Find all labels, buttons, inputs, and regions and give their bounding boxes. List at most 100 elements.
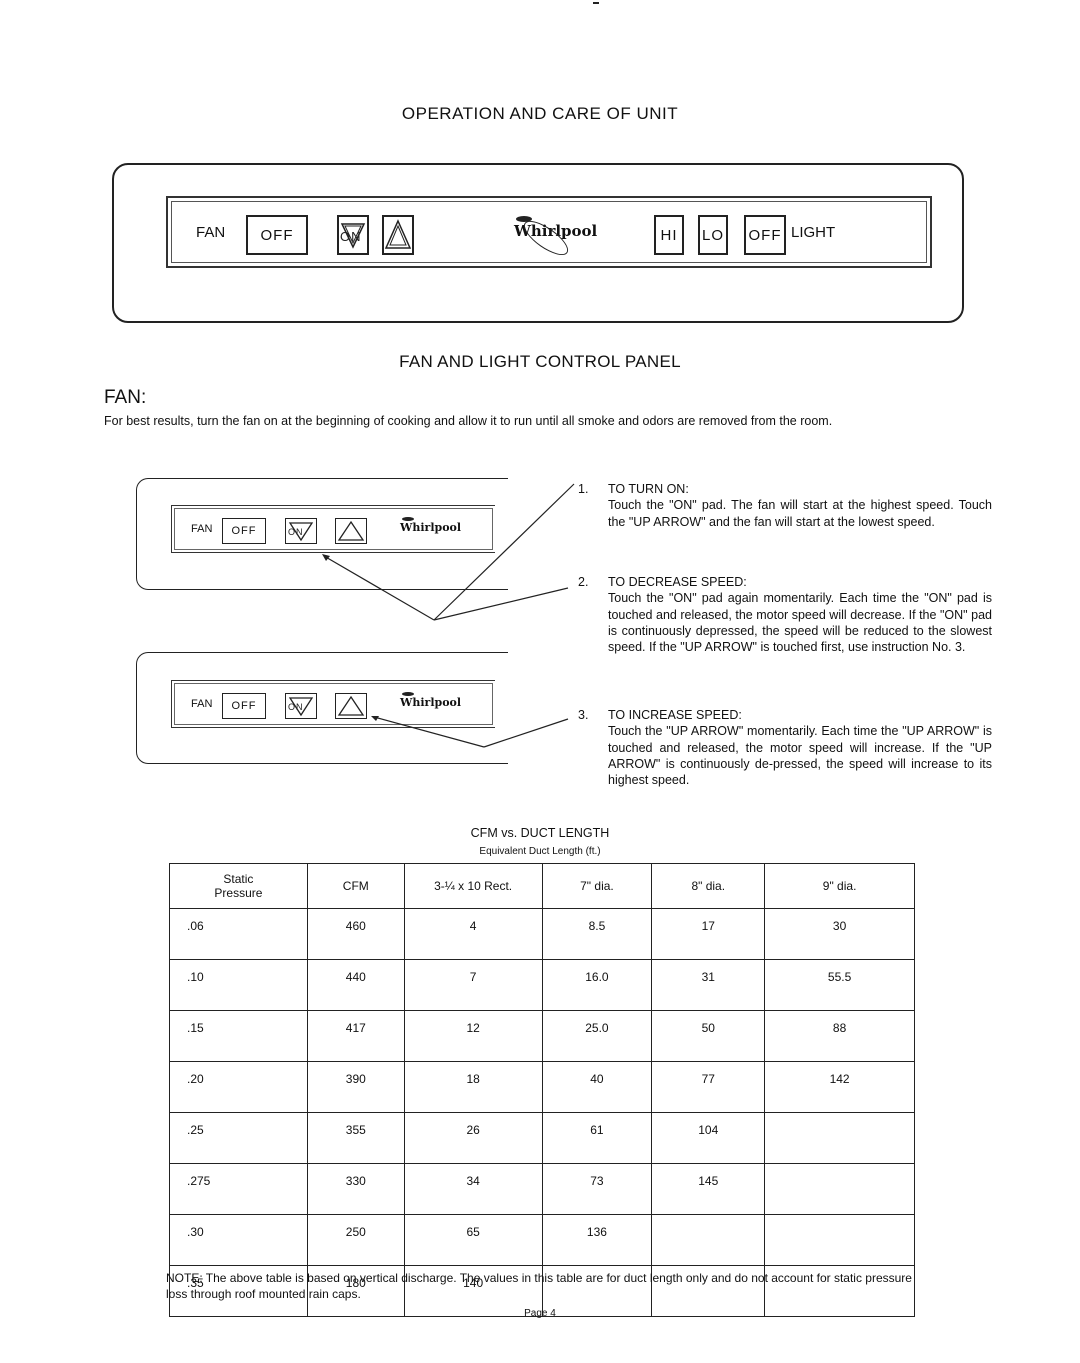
- table-row: .15 417 12 25.0 50 88: [169, 1010, 915, 1062]
- table-subtitle: Equivalent Duct Length (ft.): [479, 846, 601, 857]
- light-hi-label: HI: [660, 226, 678, 244]
- table-cell: 34: [403, 1163, 543, 1215]
- section-heading-fan: FAN:: [104, 387, 147, 408]
- table-row: .30 250 65 136: [169, 1214, 915, 1266]
- table-row: .10 440 7 16.0 31 55.5: [169, 959, 915, 1011]
- mini-up-arrow-pad[interactable]: [335, 693, 367, 719]
- fan-off-label: OFF: [260, 226, 294, 244]
- table-cell: 12: [403, 1010, 543, 1062]
- table-cell: 142: [764, 1061, 915, 1113]
- mini-panel-2-strip: FAN OFF ON Whirlpool: [171, 680, 495, 728]
- light-hi-pad[interactable]: HI: [654, 215, 684, 255]
- mini-off-label: OFF: [231, 525, 257, 537]
- instruction-title: TO DECREASE SPEED:: [608, 575, 747, 589]
- fan-label: FAN: [196, 224, 226, 241]
- table-cell: .10: [169, 959, 308, 1011]
- mini-on-pad[interactable]: ON: [285, 518, 317, 544]
- table-cell: 417: [306, 1010, 405, 1062]
- whirlpool-logo: Whirlpool: [514, 214, 597, 262]
- mini-on-pad[interactable]: ON: [285, 693, 317, 719]
- mini-fan-off-pad[interactable]: OFF: [222, 693, 266, 719]
- down-triangle-on-icon: ON: [340, 223, 366, 249]
- instruction-2: 2. TO DECREASE SPEED: Touch the "ON" pad …: [578, 574, 992, 655]
- table-header-cell: 9" dia.: [764, 863, 915, 909]
- table-note: NOTE: The above table is based on vertic…: [166, 1271, 912, 1301]
- table-cell: .25: [169, 1112, 308, 1164]
- panel-caption: FAN AND LIGHT CONTROL PANEL: [399, 352, 681, 371]
- table-cell: 390: [306, 1061, 405, 1113]
- table-cell: .275: [169, 1163, 308, 1215]
- light-label: LIGHT: [791, 224, 836, 241]
- instruction-title: TO TURN ON:: [608, 482, 689, 496]
- instruction-title: TO INCREASE SPEED:: [608, 708, 742, 722]
- light-off-pad[interactable]: OFF: [744, 215, 786, 255]
- table-row: .275 330 34 73 145: [169, 1163, 915, 1215]
- logo-emblem-icon: [402, 692, 414, 696]
- cfm-duct-length-table: Static Pressure CFM 3-¼ x 10 Rect. 7" dia. 8…: [169, 863, 915, 1317]
- fan-off-pad[interactable]: OFF: [246, 215, 308, 255]
- table-cell: 145: [651, 1163, 766, 1215]
- table-cell: 73: [541, 1163, 653, 1215]
- table-cell: [764, 1163, 915, 1215]
- mini-fan-label: FAN: [191, 523, 213, 535]
- table-header-row: Static Pressure CFM 3-¼ x 10 Rect. 7" dia. 8…: [169, 863, 915, 909]
- table-cell: 440: [306, 959, 405, 1011]
- logo-emblem-icon: [402, 517, 414, 521]
- fan-on-pad[interactable]: ON: [337, 215, 369, 255]
- fan-up-arrow-pad[interactable]: [382, 215, 414, 255]
- table-cell: 16.0: [541, 959, 653, 1011]
- table-row: .20 390 18 40 77 142: [169, 1061, 915, 1113]
- mini-fan-label: FAN: [191, 698, 213, 710]
- table-cell: 4: [403, 908, 543, 960]
- table-header-cell: Static Pressure: [169, 863, 308, 909]
- table-cell: 55.5: [764, 959, 915, 1011]
- instruction-number: 2.: [578, 575, 589, 589]
- instruction-number: 3.: [578, 708, 589, 722]
- table-cell: 18: [403, 1061, 543, 1113]
- table-cell: 77: [651, 1061, 766, 1113]
- light-lo-pad[interactable]: LO: [698, 215, 728, 255]
- table-cell: 330: [306, 1163, 405, 1215]
- table-cell: 17: [651, 908, 766, 960]
- intro-paragraph: For best results, turn the fan on at the…: [104, 414, 833, 428]
- instruction-text: Touch the "ON" pad again momentarily. Ea…: [608, 591, 992, 655]
- instruction-3: 3. TO INCREASE SPEED: Touch the "UP ARROW…: [578, 707, 992, 788]
- svg-text:ON: ON: [340, 229, 362, 244]
- mini-up-arrow-pad[interactable]: [335, 518, 367, 544]
- table-cell: .30: [169, 1214, 308, 1266]
- table-cell: 50: [651, 1010, 766, 1062]
- table-row: .06 460 4 8.5 17 30: [169, 908, 915, 960]
- table-cell: 88: [764, 1010, 915, 1062]
- table-cell: .06: [169, 908, 308, 960]
- up-arrow-icon: [384, 219, 412, 249]
- table-cell: 250: [306, 1214, 405, 1266]
- mini-fan-off-pad[interactable]: OFF: [222, 518, 266, 544]
- table-title: CFM vs. DUCT LENGTH: [470, 826, 610, 840]
- table-row: .25 355 26 61 104: [169, 1112, 915, 1164]
- page-number: Page 4: [524, 1308, 556, 1319]
- mini-off-label: OFF: [231, 700, 257, 712]
- table-header-cell: 8" dia.: [651, 863, 766, 909]
- table-cell: 65: [403, 1214, 543, 1266]
- table-cell: 136: [541, 1214, 653, 1266]
- svg-text:ON: ON: [288, 527, 304, 537]
- table-cell: 7: [403, 959, 543, 1011]
- table-header-cell: 7" dia.: [541, 863, 653, 909]
- table-cell: 61: [541, 1112, 653, 1164]
- table-cell: 25.0: [541, 1010, 653, 1062]
- up-arrow-icon: [337, 695, 365, 716]
- leader-line-2: [433, 587, 569, 621]
- table-cell: 40: [541, 1061, 653, 1113]
- down-triangle-on-icon: ON: [288, 697, 314, 717]
- table-body: .06 460 4 8.5 17 30.10 440 7 16.0 31 55.5.15 417 12 2…: [169, 908, 915, 1317]
- table-cell: 31: [651, 959, 766, 1011]
- table-cell: 8.5: [541, 908, 653, 960]
- brand-name: Whirlpool: [400, 696, 462, 709]
- up-arrow-icon: [337, 520, 365, 541]
- mini-whirlpool-logo: Whirlpool: [400, 692, 462, 709]
- table-cell: .15: [169, 1010, 308, 1062]
- light-lo-label: LO: [701, 226, 724, 244]
- control-panel-strip: FAN OFF ON Whirlpool HI LO OFF LIGHT: [166, 196, 932, 268]
- down-triangle-on-icon: ON: [288, 522, 314, 542]
- table-cell: 104: [651, 1112, 766, 1164]
